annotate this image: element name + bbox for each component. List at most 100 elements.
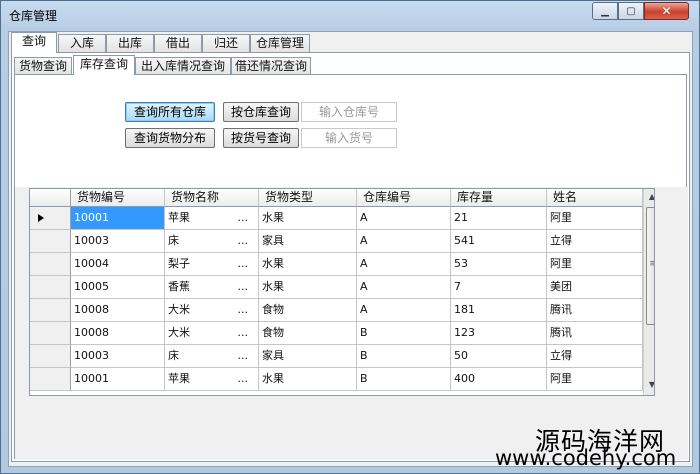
column-header-goods-type[interactable]: 货物类型 xyxy=(259,189,357,207)
grid-cell[interactable]: 家具 xyxy=(259,345,357,368)
scroll-thumb[interactable]: ≡ xyxy=(646,207,654,325)
grid-cell[interactable]: 21 xyxy=(451,207,547,230)
grid-cell[interactable]: A xyxy=(357,253,451,276)
query-by-warehouse-button[interactable]: 按仓库查询 xyxy=(223,102,299,122)
grid-cell[interactable]: 10005 xyxy=(71,276,165,299)
grid-cell[interactable]: 大米... xyxy=(165,322,259,345)
grid-cell[interactable]: 10001 xyxy=(71,368,165,391)
subtab-goods-query[interactable]: 货物查询 xyxy=(14,57,72,75)
column-header-name[interactable]: 姓名 xyxy=(547,189,643,207)
minimize-button[interactable]: ▁ xyxy=(592,2,618,20)
grid-cell[interactable]: 10008 xyxy=(71,299,165,322)
grid-cell[interactable]: 7 xyxy=(451,276,547,299)
grid-cell[interactable]: 10008 xyxy=(71,322,165,345)
grid-cell[interactable]: 10003 xyxy=(71,345,165,368)
grid-cell[interactable]: 床... xyxy=(165,230,259,253)
grid-cell[interactable]: B xyxy=(357,345,451,368)
grid-cell[interactable]: 阿里 xyxy=(547,207,643,230)
grid-cell[interactable]: 181 xyxy=(451,299,547,322)
tab-return[interactable]: 归还 xyxy=(202,34,250,52)
tab-stock-out[interactable]: 出库 xyxy=(106,34,154,52)
title-bar[interactable]: 仓库管理 ▁ ▢ ✕ xyxy=(1,1,699,29)
query-goods-distribution-button[interactable]: 查询货物分布 xyxy=(125,128,215,148)
grid-cell[interactable]: 水果 xyxy=(259,368,357,391)
tab-warehouse-management[interactable]: 仓库管理 xyxy=(250,34,310,52)
grid-cell[interactable]: 10004 xyxy=(71,253,165,276)
ellipsis-button[interactable]: ... xyxy=(238,207,249,229)
ellipsis-button[interactable]: ... xyxy=(238,322,249,344)
grid-cell[interactable]: 腾讯 xyxy=(547,299,643,322)
grid-cell[interactable]: 水果 xyxy=(259,207,357,230)
grid-cell[interactable]: 400 xyxy=(451,368,547,391)
grid-cell[interactable]: 苹果... xyxy=(165,207,259,230)
subtab-lend-return-query[interactable]: 借还情况查询 xyxy=(231,57,311,75)
ellipsis-button[interactable]: ... xyxy=(238,253,249,275)
ellipsis-button[interactable]: ... xyxy=(238,230,249,252)
grid-cell[interactable]: 腾讯 xyxy=(547,322,643,345)
grid-cell[interactable]: 50 xyxy=(451,345,547,368)
grid-cell[interactable]: 家具 xyxy=(259,230,357,253)
query-all-warehouses-button[interactable]: 查询所有仓库 xyxy=(125,102,215,122)
grid-cell[interactable]: 苹果... xyxy=(165,368,259,391)
grid-cell[interactable]: 大米... xyxy=(165,299,259,322)
grid-cell[interactable]: 梨子... xyxy=(165,253,259,276)
row-header[interactable] xyxy=(30,253,71,276)
row-header[interactable] xyxy=(30,230,71,253)
column-header-stock-quantity[interactable]: 库存量 xyxy=(451,189,547,207)
grid-cell[interactable]: 10003 xyxy=(71,230,165,253)
grid-cell[interactable]: A xyxy=(357,230,451,253)
cell-text: A xyxy=(360,257,368,270)
subtab-inventory-query[interactable]: 库存查询 xyxy=(73,55,135,75)
row-header[interactable] xyxy=(30,345,71,368)
grid-cell[interactable]: 水果 xyxy=(259,253,357,276)
grid-cell[interactable]: A xyxy=(357,207,451,230)
grid-cell[interactable]: 美团 xyxy=(547,276,643,299)
vertical-scrollbar[interactable]: ▲ ≡ ▼ xyxy=(643,189,654,395)
row-header[interactable] xyxy=(30,368,71,391)
grid-cell[interactable]: A xyxy=(357,299,451,322)
query-by-goods-id-button[interactable]: 按货号查询 xyxy=(223,128,299,148)
ellipsis-button[interactable]: ... xyxy=(238,299,249,321)
grid-cell[interactable]: 阿里 xyxy=(547,368,643,391)
grid-cell[interactable]: 10001 xyxy=(71,207,165,230)
maximize-button[interactable]: ▢ xyxy=(618,2,644,20)
grid-cell[interactable]: 53 xyxy=(451,253,547,276)
grid-cell[interactable]: 食物 xyxy=(259,322,357,345)
row-header[interactable] xyxy=(30,322,71,345)
row-header[interactable] xyxy=(30,299,71,322)
grid-cell[interactable]: 床... xyxy=(165,345,259,368)
grid-cell[interactable]: 阿里 xyxy=(547,253,643,276)
grid-corner-header[interactable] xyxy=(30,189,71,207)
grid-cell[interactable]: 立得 xyxy=(547,230,643,253)
cell-text: 10008 xyxy=(74,303,109,316)
grid-cell[interactable]: 541 xyxy=(451,230,547,253)
warehouse-id-input[interactable]: 输入仓库号 xyxy=(301,102,397,122)
scroll-up-icon[interactable]: ▲ xyxy=(644,189,654,205)
row-header[interactable] xyxy=(30,276,71,299)
tab-lend[interactable]: 借出 xyxy=(154,34,202,52)
column-header-warehouse-id[interactable]: 仓库编号 xyxy=(357,189,451,207)
ellipsis-button[interactable]: ... xyxy=(238,345,249,367)
row-header[interactable] xyxy=(30,207,71,230)
tab-query[interactable]: 查询 xyxy=(11,32,57,53)
grid-cell[interactable]: B xyxy=(357,322,451,345)
grid-cell[interactable]: B xyxy=(357,368,451,391)
tab-stock-in[interactable]: 入库 xyxy=(58,34,106,52)
close-button[interactable]: ✕ xyxy=(644,2,689,20)
grid-cell[interactable]: 123 xyxy=(451,322,547,345)
grid-cell[interactable]: 立得 xyxy=(547,345,643,368)
goods-id-input[interactable]: 输入货号 xyxy=(301,128,397,148)
inventory-grid[interactable]: 货物编号 货物名称 货物类型 仓库编号 库存量 姓名 10001 苹果... 水果 A… xyxy=(29,188,655,396)
ellipsis-button[interactable]: ... xyxy=(238,368,249,390)
grid-cell[interactable]: 水果 xyxy=(259,276,357,299)
ellipsis-button[interactable]: ... xyxy=(238,276,249,298)
subtab-inout-query[interactable]: 出入库情况查询 xyxy=(135,57,231,75)
column-header-goods-name[interactable]: 货物名称 xyxy=(165,189,259,207)
cell-text: B xyxy=(360,326,368,339)
grid-cell[interactable]: A xyxy=(357,276,451,299)
scroll-down-icon[interactable]: ▼ xyxy=(644,377,654,393)
column-header-goods-id[interactable]: 货物编号 xyxy=(71,189,165,207)
cell-text: 阿里 xyxy=(550,257,572,270)
grid-cell[interactable]: 香蕉... xyxy=(165,276,259,299)
grid-cell[interactable]: 食物 xyxy=(259,299,357,322)
